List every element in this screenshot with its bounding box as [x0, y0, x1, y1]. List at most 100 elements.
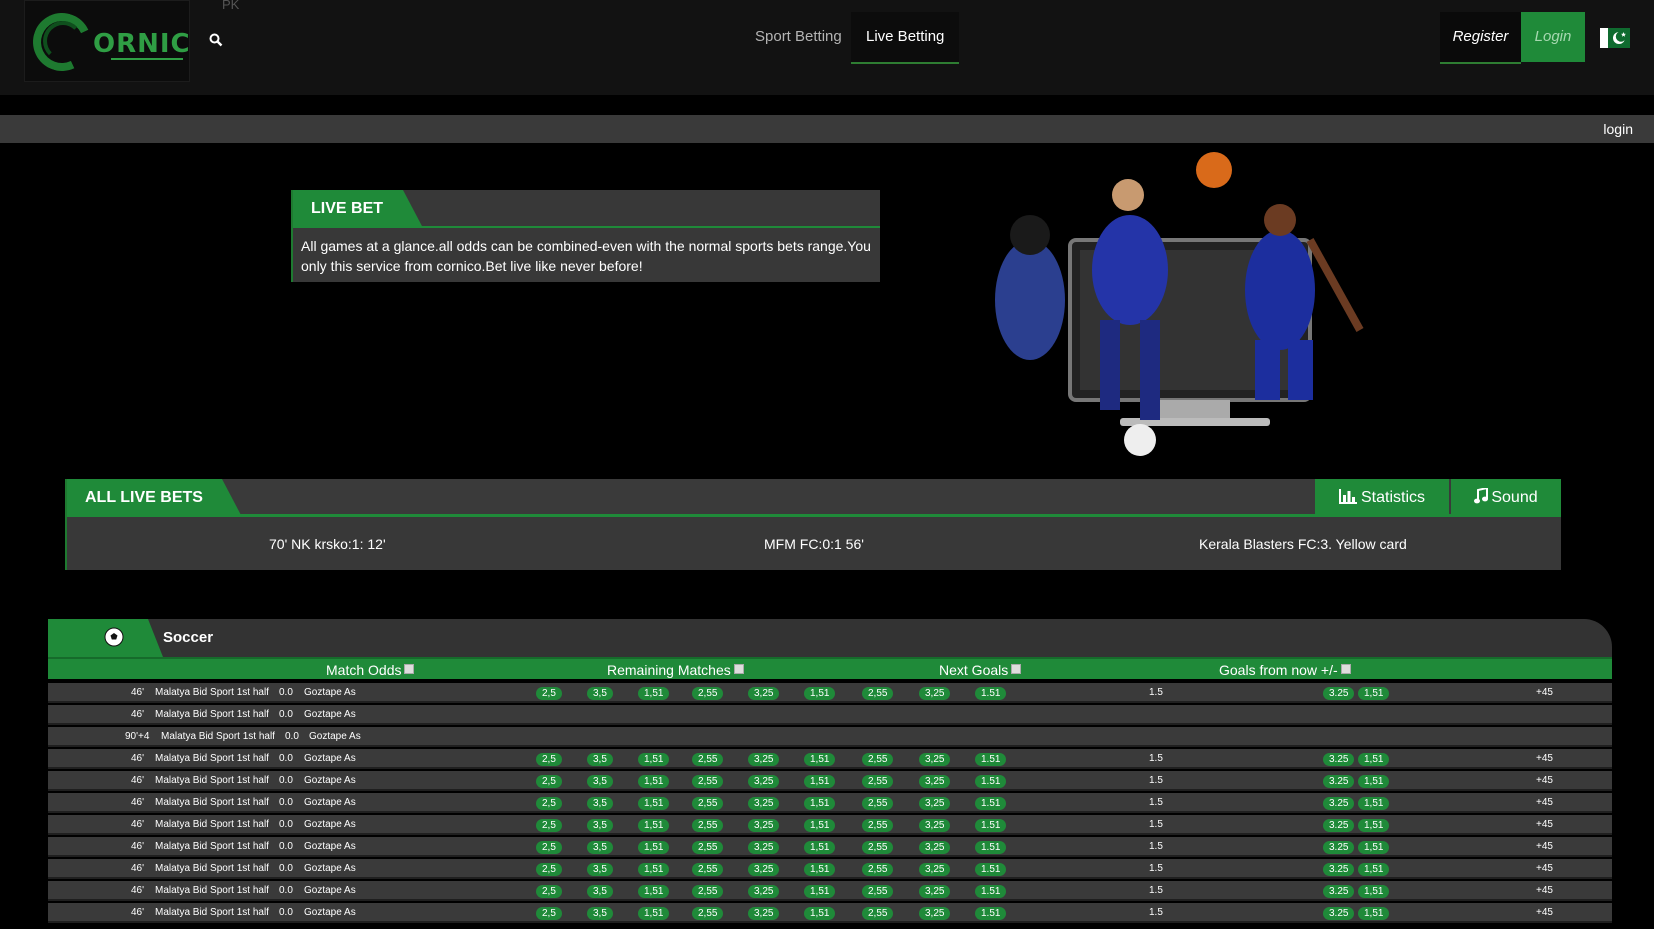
- odds-button[interactable]: 1.51: [975, 753, 1007, 766]
- more-markets-link[interactable]: +45: [1536, 841, 1553, 852]
- odds-button[interactable]: 1.51: [975, 687, 1007, 700]
- odds-button[interactable]: 2,55: [862, 863, 894, 876]
- odds-button[interactable]: 3,25: [919, 907, 951, 920]
- goals-odds-button[interactable]: 3.25: [1323, 797, 1355, 810]
- match-row[interactable]: 46' Malatya Bid Sport 1st half 0.0 Goztape …: [48, 903, 1612, 923]
- odds-button[interactable]: 1,51: [638, 863, 670, 876]
- more-markets-link[interactable]: +45: [1536, 775, 1553, 786]
- goals-odds-button[interactable]: 1,51: [1358, 775, 1390, 788]
- match-row[interactable]: 46' Malatya Bid Sport 1st half 0.0 Goztape …: [48, 683, 1612, 703]
- goals-odds-button[interactable]: 3.25: [1323, 885, 1355, 898]
- match-row[interactable]: 46' Malatya Bid Sport 1st half 0.0 Goztape …: [48, 837, 1612, 857]
- odds-button[interactable]: 1,51: [638, 775, 670, 788]
- goals-odds-button[interactable]: 3.25: [1323, 907, 1355, 920]
- match-row[interactable]: 90'+4 Malatya Bid Sport 1st half 0.0 Goztap…: [48, 727, 1612, 747]
- odds-button[interactable]: 1,51: [638, 753, 670, 766]
- goals-odds-button[interactable]: 3.25: [1323, 819, 1355, 832]
- odds-button[interactable]: 3,5: [587, 753, 613, 766]
- odds-button[interactable]: 3,25: [919, 797, 951, 810]
- odds-button[interactable]: 2,55: [692, 841, 724, 854]
- odds-button[interactable]: 2,55: [692, 687, 724, 700]
- goals-odds-button[interactable]: 3.25: [1323, 753, 1355, 766]
- odds-button[interactable]: 1,51: [804, 907, 836, 920]
- goals-odds-button[interactable]: 1,51: [1358, 819, 1390, 832]
- odds-button[interactable]: 2,55: [862, 775, 894, 788]
- odds-button[interactable]: 2,55: [692, 775, 724, 788]
- more-markets-link[interactable]: +45: [1536, 907, 1553, 918]
- match-row[interactable]: 46' Malatya Bid Sport 1st half 0.0 Goztape …: [48, 705, 1612, 725]
- next-goals-checkbox[interactable]: [1011, 664, 1022, 674]
- odds-button[interactable]: 2,5: [536, 863, 562, 876]
- odds-button[interactable]: 2,5: [536, 907, 562, 920]
- odds-button[interactable]: 2,5: [536, 885, 562, 898]
- odds-button[interactable]: 1.51: [975, 907, 1007, 920]
- statistics-button[interactable]: Statistics: [1315, 479, 1449, 517]
- odds-button[interactable]: 1,51: [638, 885, 670, 898]
- odds-button[interactable]: 1.51: [975, 775, 1007, 788]
- match-row[interactable]: 46' Malatya Bid Sport 1st half 0.0 Goztape …: [48, 859, 1612, 879]
- odds-button[interactable]: 3,5: [587, 907, 613, 920]
- odds-button[interactable]: 1.51: [975, 885, 1007, 898]
- odds-button[interactable]: 3,5: [587, 687, 613, 700]
- more-markets-link[interactable]: +45: [1536, 863, 1553, 874]
- odds-button[interactable]: 2,55: [692, 819, 724, 832]
- ticker-item[interactable]: 70' NK krsko:1: 12': [269, 536, 386, 552]
- odds-button[interactable]: 2,55: [692, 863, 724, 876]
- site-logo[interactable]: ORNIC: [24, 0, 190, 82]
- odds-button[interactable]: 2,5: [536, 753, 562, 766]
- goals-odds-button[interactable]: 1,51: [1358, 797, 1390, 810]
- odds-button[interactable]: 1,51: [804, 775, 836, 788]
- odds-button[interactable]: 3,5: [587, 775, 613, 788]
- odds-button[interactable]: 2,55: [862, 687, 894, 700]
- goals-odds-button[interactable]: 3.25: [1323, 841, 1355, 854]
- more-markets-link[interactable]: +45: [1536, 797, 1553, 808]
- odds-button[interactable]: 1,51: [638, 819, 670, 832]
- match-row[interactable]: 46' Malatya Bid Sport 1st half 0.0 Goztape …: [48, 749, 1612, 769]
- match-row[interactable]: 46' Malatya Bid Sport 1st half 0.0 Goztape …: [48, 793, 1612, 813]
- search-icon[interactable]: [209, 33, 223, 47]
- odds-button[interactable]: 1,51: [638, 907, 670, 920]
- odds-button[interactable]: 2,5: [536, 841, 562, 854]
- odds-button[interactable]: 2,55: [862, 885, 894, 898]
- sound-button[interactable]: Sound: [1451, 479, 1561, 517]
- goals-odds-button[interactable]: 1,51: [1358, 863, 1390, 876]
- odds-button[interactable]: 3,25: [748, 687, 780, 700]
- odds-button[interactable]: 3,25: [748, 753, 780, 766]
- odds-button[interactable]: 3,5: [587, 885, 613, 898]
- odds-button[interactable]: 1,51: [638, 687, 670, 700]
- more-markets-link[interactable]: +45: [1536, 885, 1553, 896]
- more-markets-link[interactable]: +45: [1536, 819, 1553, 830]
- odds-button[interactable]: 1.51: [975, 841, 1007, 854]
- goals-odds-button[interactable]: 3.25: [1323, 775, 1355, 788]
- more-markets-link[interactable]: +45: [1536, 687, 1553, 698]
- odds-button[interactable]: 3,25: [748, 797, 780, 810]
- goals-odds-button[interactable]: 1,51: [1358, 907, 1390, 920]
- remaining-matches-checkbox[interactable]: [733, 664, 744, 674]
- subbar-login-link[interactable]: login: [1603, 121, 1633, 137]
- match-row[interactable]: 46' Malatya Bid Sport 1st half 0.0 Goztape …: [48, 881, 1612, 901]
- odds-button[interactable]: 3,25: [919, 819, 951, 832]
- odds-button[interactable]: 3,5: [587, 819, 613, 832]
- goals-from-now-checkbox[interactable]: [1340, 664, 1351, 674]
- odds-button[interactable]: 3,25: [748, 885, 780, 898]
- odds-button[interactable]: 2,55: [862, 797, 894, 810]
- odds-button[interactable]: 3,25: [919, 885, 951, 898]
- odds-button[interactable]: 2,5: [536, 819, 562, 832]
- odds-button[interactable]: 3,5: [587, 841, 613, 854]
- pakistan-flag-icon[interactable]: [1600, 28, 1630, 48]
- odds-button[interactable]: 3,25: [919, 841, 951, 854]
- odds-button[interactable]: 1.51: [975, 819, 1007, 832]
- odds-button[interactable]: 2,55: [862, 907, 894, 920]
- goals-odds-button[interactable]: 1,51: [1358, 687, 1390, 700]
- odds-button[interactable]: 1,51: [804, 797, 836, 810]
- odds-button[interactable]: 3,25: [748, 907, 780, 920]
- odds-button[interactable]: 2,55: [692, 753, 724, 766]
- goals-odds-button[interactable]: 3.25: [1323, 863, 1355, 876]
- odds-button[interactable]: 3,25: [748, 819, 780, 832]
- odds-button[interactable]: 1.51: [975, 797, 1007, 810]
- odds-button[interactable]: 3,25: [748, 775, 780, 788]
- odds-button[interactable]: 3,5: [587, 797, 613, 810]
- nav-sport-betting[interactable]: Sport Betting: [740, 12, 857, 64]
- odds-button[interactable]: 2,5: [536, 775, 562, 788]
- register-button[interactable]: Register: [1440, 12, 1521, 64]
